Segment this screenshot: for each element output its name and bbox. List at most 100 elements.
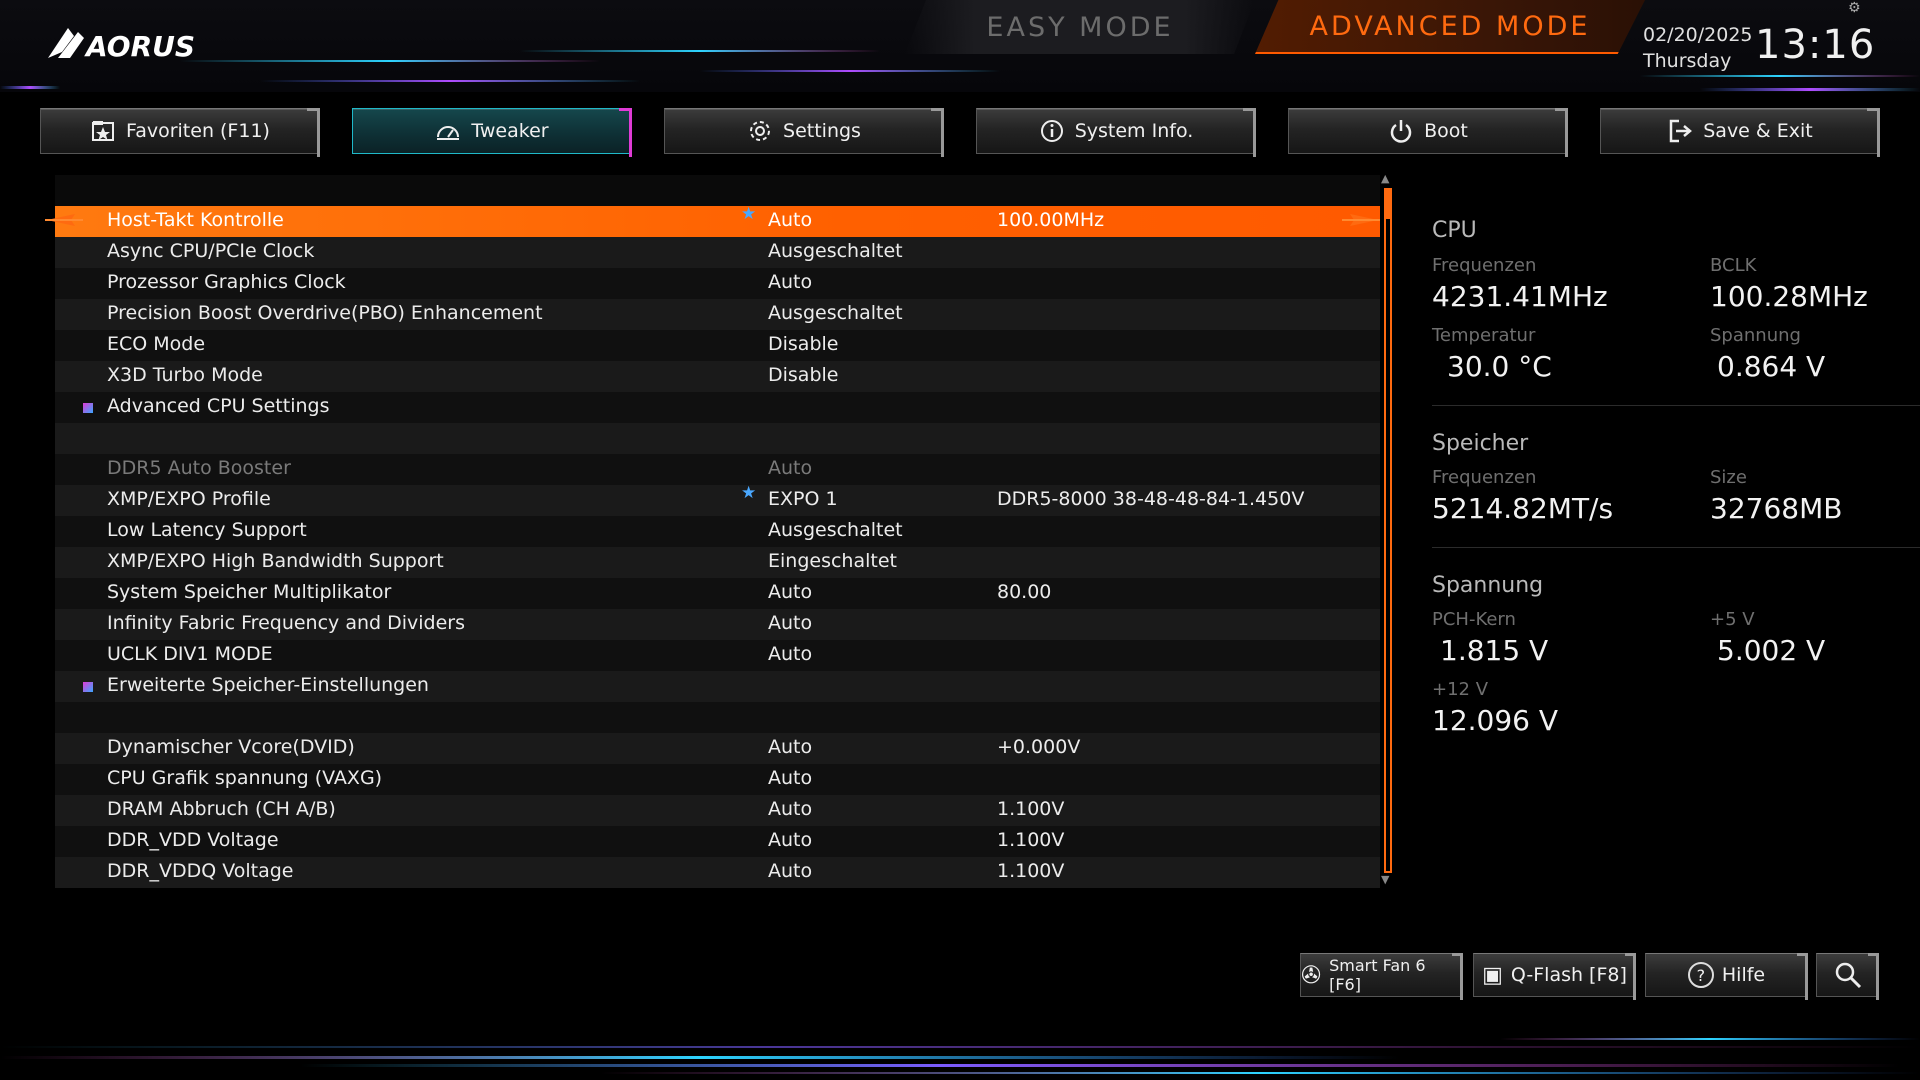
qflash-button[interactable]: ▣ Q-Flash [F8] bbox=[1473, 953, 1636, 1000]
tab-label: Save & Exit bbox=[1703, 120, 1813, 142]
pch-label: PCH-Kern bbox=[1432, 609, 1516, 630]
setting-row[interactable]: XMP/EXPO Profile ★ EXPO 1 DDR5-8000 38-48-4… bbox=[55, 483, 1380, 516]
cpu-volt-value: 0.864 V bbox=[1717, 350, 1826, 383]
tab-tweaker[interactable]: Tweaker bbox=[352, 108, 632, 157]
setting-value: Ausgeschaltet bbox=[768, 519, 903, 541]
setting-row[interactable]: Infinity Fabric Frequency and Dividers Au… bbox=[55, 609, 1380, 640]
submenu-bullet-icon bbox=[83, 682, 93, 692]
setting-row[interactable]: Host-Takt Kontrolle ★ Auto 100.00MHz bbox=[55, 204, 1380, 237]
submenu-bullet-icon bbox=[83, 403, 93, 413]
setting-value: EXPO 1 bbox=[768, 488, 838, 510]
setting-row[interactable]: UCLK DIV1 MODE Auto bbox=[55, 640, 1380, 671]
easy-mode-label: EASY MODE bbox=[986, 11, 1174, 43]
setting-row[interactable]: Dynamischer Vcore(DVID) Auto +0.000V bbox=[55, 733, 1380, 764]
setting-value: Auto bbox=[768, 271, 813, 293]
scroll-up-arrow[interactable]: ▲ bbox=[1381, 172, 1389, 185]
setting-value: Auto bbox=[768, 767, 813, 789]
scrollbar-thumb[interactable] bbox=[1385, 189, 1391, 219]
tab-settings[interactable]: Settings bbox=[664, 108, 944, 157]
advanced-mode-tab[interactable]: ADVANCED MODE bbox=[1255, 0, 1645, 54]
setting-row[interactable]: Async CPU/PCIe Clock Ausgeschaltet bbox=[55, 237, 1380, 268]
cpu-section-title: CPU bbox=[1432, 218, 1477, 243]
memory-section-title: Speicher bbox=[1432, 431, 1529, 456]
setting-value: Auto bbox=[768, 209, 813, 231]
decorative-streaks-bottom bbox=[0, 1038, 1920, 1074]
clock: 13:16 bbox=[1755, 22, 1876, 68]
setting-row[interactable]: Prozessor Graphics Clock Auto bbox=[55, 268, 1380, 299]
setting-row[interactable]: DDR_VDDQ Voltage Auto 1.100V bbox=[55, 857, 1380, 888]
tab-favoriten-f11[interactable]: Favoriten (F11) bbox=[40, 108, 320, 157]
setting-row[interactable]: CPU Grafik spannung (VAXG) Auto bbox=[55, 764, 1380, 795]
setting-row[interactable]: XMP/EXPO High Bandwidth Support Eingescha… bbox=[55, 547, 1380, 578]
setting-label: Prozessor Graphics Clock bbox=[107, 271, 346, 293]
tab-label: Settings bbox=[783, 120, 861, 142]
setting-label: Dynamischer Vcore(DVID) bbox=[107, 736, 355, 758]
scrollbar[interactable] bbox=[1384, 188, 1392, 873]
mem-size-value: 32768MB bbox=[1710, 492, 1843, 525]
gear-icon[interactable]: ⚙ bbox=[1848, 0, 1864, 16]
gear-icon bbox=[747, 118, 773, 144]
cpu-freq-value: 4231.41MHz bbox=[1432, 280, 1608, 313]
fan-icon: ✇ bbox=[1301, 961, 1322, 989]
easy-mode-tab[interactable]: EASY MODE bbox=[905, 0, 1255, 54]
setting-label: System Speicher Multiplikator bbox=[107, 581, 392, 603]
search-icon bbox=[1835, 962, 1861, 989]
setting-row[interactable]: X3D Turbo Mode Disable bbox=[55, 361, 1380, 392]
selection-spark-right bbox=[1342, 214, 1380, 226]
search-button[interactable] bbox=[1816, 953, 1879, 1000]
setting-current-value: 1.100V bbox=[997, 860, 1065, 882]
exit-icon bbox=[1667, 118, 1693, 144]
voltage-section-title: Spannung bbox=[1432, 573, 1544, 598]
setting-label: Erweiterte Speicher-Einstellungen bbox=[107, 674, 429, 696]
svg-text:AORUS: AORUS bbox=[84, 30, 195, 63]
tab-boot[interactable]: Boot bbox=[1288, 108, 1568, 157]
setting-value: Auto bbox=[768, 612, 813, 634]
setting-row: DDR5 Auto Booster Auto bbox=[55, 454, 1380, 485]
setting-current-value: 100.00MHz bbox=[997, 209, 1105, 231]
selection-spark-left bbox=[45, 214, 83, 226]
help-icon: ? bbox=[1687, 962, 1714, 988]
cpu-temp-label: Temperatur bbox=[1432, 325, 1536, 346]
setting-label: ECO Mode bbox=[107, 333, 206, 355]
chip-icon: ▣ bbox=[1482, 962, 1503, 988]
favorite-star-icon[interactable]: ★ bbox=[741, 204, 756, 224]
pch-value: 1.815 V bbox=[1440, 634, 1549, 667]
setting-value: Auto bbox=[768, 829, 813, 851]
scroll-down-arrow[interactable]: ▼ bbox=[1381, 873, 1389, 886]
setting-row[interactable]: Precision Boost Overdrive(PBO) Enhanceme… bbox=[55, 299, 1380, 330]
tab-save-exit[interactable]: Save & Exit bbox=[1600, 108, 1880, 157]
tab-system-info[interactable]: System Info. bbox=[976, 108, 1256, 157]
setting-row[interactable]: Low Latency Support Ausgeschaltet bbox=[55, 516, 1380, 547]
cpu-freq-label: Frequenzen bbox=[1432, 255, 1537, 276]
smart-fan-label: Smart Fan 6 [F6] bbox=[1329, 956, 1426, 994]
mem-size-label: Size bbox=[1710, 467, 1747, 488]
setting-label: UCLK DIV1 MODE bbox=[107, 643, 273, 665]
setting-row[interactable]: Advanced CPU Settings bbox=[55, 392, 1380, 423]
favorite-star-icon[interactable]: ★ bbox=[741, 483, 756, 503]
setting-row[interactable]: System Speicher Multiplikator Auto 80.00 bbox=[55, 578, 1380, 609]
setting-label: CPU Grafik spannung (VAXG) bbox=[107, 767, 383, 789]
help-button[interactable]: ? Hilfe bbox=[1645, 953, 1808, 1000]
spacer-row bbox=[55, 423, 1380, 454]
setting-label: DRAM Abbruch (CH A/B) bbox=[107, 798, 336, 820]
tab-label: Boot bbox=[1424, 120, 1468, 142]
setting-row[interactable]: ECO Mode Disable bbox=[55, 330, 1380, 361]
setting-row[interactable]: DDR_VDD Voltage Auto 1.100V bbox=[55, 826, 1380, 857]
setting-row[interactable]: Erweiterte Speicher-Einstellungen bbox=[55, 671, 1380, 702]
smart-fan-button[interactable]: ✇ Smart Fan 6 [F6] bbox=[1300, 953, 1463, 1000]
setting-label: DDR5 Auto Booster bbox=[107, 457, 291, 479]
v5-label: +5 V bbox=[1710, 609, 1755, 630]
qflash-label: Q-Flash [F8] bbox=[1510, 964, 1627, 986]
setting-label: DDR_VDD Voltage bbox=[107, 829, 279, 851]
setting-value: Auto bbox=[768, 643, 813, 665]
info-divider bbox=[1432, 405, 1920, 406]
cpu-temp-value: 30.0 °C bbox=[1447, 350, 1552, 383]
help-label: Hilfe bbox=[1721, 964, 1766, 986]
v12-value: 12.096 V bbox=[1432, 704, 1559, 737]
setting-current-value: 1.100V bbox=[997, 798, 1065, 820]
info-divider bbox=[1432, 547, 1920, 548]
setting-row[interactable]: DRAM Abbruch (CH A/B) Auto 1.100V bbox=[55, 795, 1380, 826]
setting-current-value: DDR5-8000 38-48-48-84-1.450V bbox=[997, 488, 1305, 510]
spacer-row bbox=[55, 702, 1380, 733]
info-icon bbox=[1039, 118, 1065, 144]
